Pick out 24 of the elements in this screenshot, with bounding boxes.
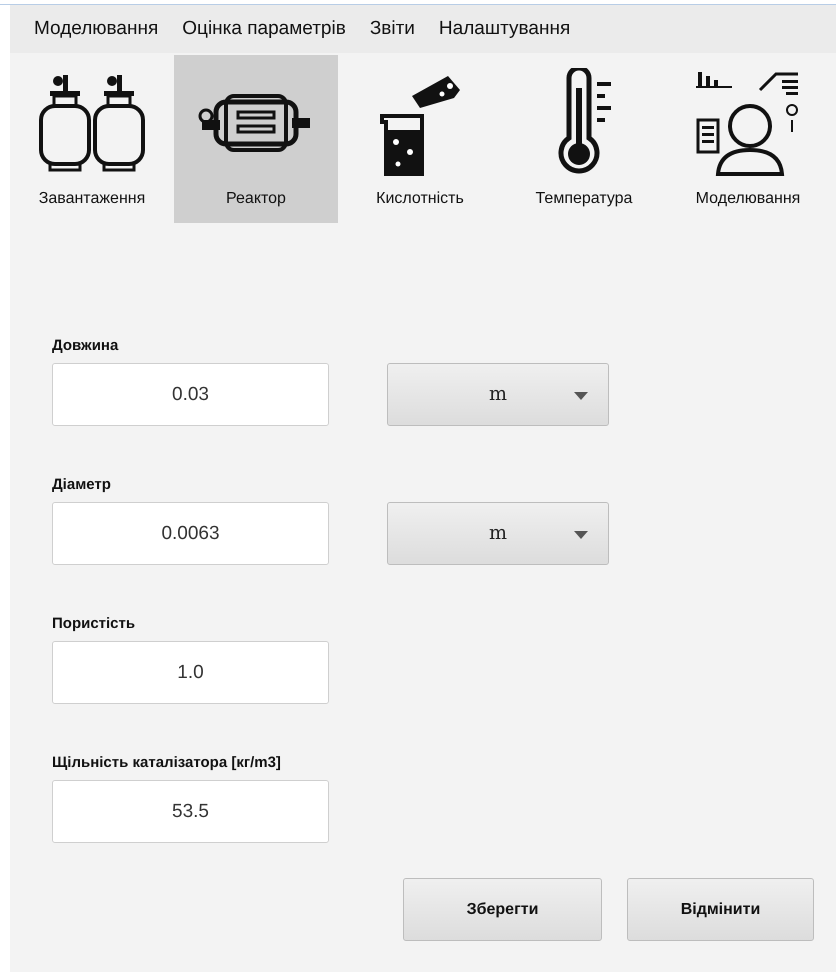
text-field[interactable]: 0.03 (52, 363, 329, 426)
text-field[interactable]: 1.0 (52, 641, 329, 704)
text-field[interactable]: 0.0063 (52, 502, 329, 565)
menu-item[interactable]: Оцінка параметрів (182, 14, 346, 44)
field-label: Пористість (52, 614, 136, 633)
field-label: Щільність каталізатора [кг/m3] (52, 753, 282, 772)
gas-cylinders-icon (36, 73, 148, 173)
field-label: Довжина (52, 336, 120, 355)
toolbar-tab[interactable]: Моделювання (666, 55, 830, 223)
toolbar-tab[interactable]: Реактор (174, 55, 338, 223)
caret-icon (574, 392, 588, 400)
unit-dropdown[interactable]: m (387, 363, 609, 426)
menu-item[interactable]: Налаштування (438, 14, 570, 44)
toolbar-tab[interactable]: Кислотність (338, 55, 502, 223)
toolbar-tab[interactable]: Завантаження (10, 55, 174, 223)
action-button[interactable]: Зберегти (403, 878, 602, 941)
text-field[interactable]: 53.5 (52, 780, 329, 843)
action-button[interactable]: Відмінити (627, 878, 814, 941)
caret-icon (574, 531, 588, 539)
unit-dropdown[interactable]: m (387, 502, 609, 565)
field-label: Діаметр (52, 475, 112, 494)
toolbar-tab[interactable]: Температура (502, 55, 666, 223)
menu-item[interactable]: Моделювання (34, 14, 158, 44)
menu-item[interactable]: Звіти (370, 14, 415, 44)
